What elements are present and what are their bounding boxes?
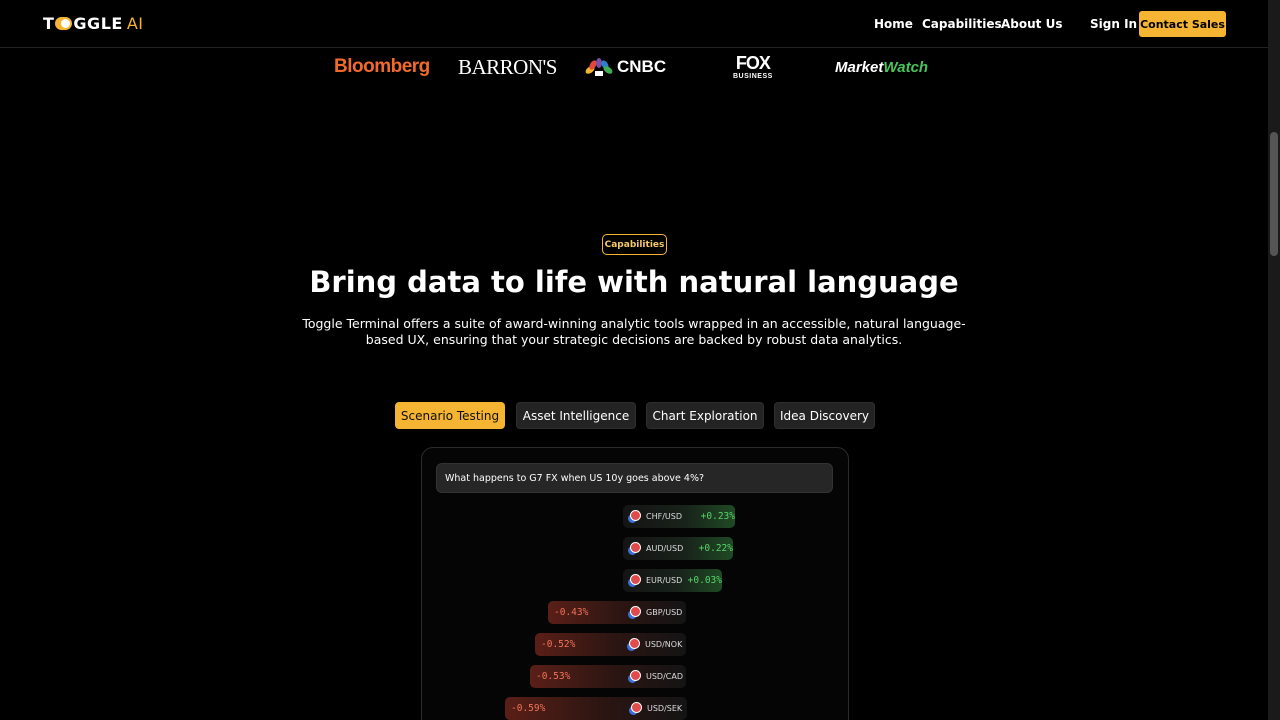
marketwatch-market: Market <box>835 58 884 76</box>
toggle-ai-logo[interactable]: T GGLE AI <box>43 14 143 33</box>
result-pair: USD/NOK <box>645 640 683 649</box>
result-change: -0.43% <box>554 607 589 618</box>
currency-flag-icon <box>628 606 641 619</box>
result-row: EUR/USD +0.03% <box>623 569 722 592</box>
result-pair: AUD/USD <box>646 544 684 553</box>
result-change: +0.22% <box>698 543 733 554</box>
bloomberg-logo: Bloomberg <box>334 56 430 77</box>
nav-link-capabilities[interactable]: Capabilities <box>922 17 1002 31</box>
result-row: -0.59% USD/SEK <box>505 697 687 720</box>
result-change: -0.52% <box>541 639 576 650</box>
currency-flag-icon <box>628 510 641 523</box>
result-pair: CHF/USD <box>646 512 682 521</box>
marketwatch-watch: Watch <box>883 58 929 76</box>
scrollbar-thumb[interactable] <box>1270 132 1278 256</box>
currency-flag-icon <box>628 670 641 683</box>
currency-flag-icon <box>627 638 640 651</box>
capabilities-badge: Capabilities <box>602 234 667 255</box>
result-pair: EUR/USD <box>646 576 683 585</box>
currency-flag-icon <box>628 542 641 555</box>
peacock-icon <box>585 58 613 76</box>
fox-business-logo: FOX BUSINESS <box>733 54 773 80</box>
result-change: +0.23% <box>700 511 735 522</box>
result-row: -0.53% USD/CAD <box>530 665 686 688</box>
page-scrollbar[interactable] <box>1268 0 1280 720</box>
logo-text: GGLE <box>73 14 123 33</box>
logo-ai: AI <box>126 14 144 33</box>
section-headline: Bring data to life with natural language <box>309 265 959 299</box>
nav-link-about-us[interactable]: About Us <box>1001 17 1062 31</box>
tab-idea-discovery[interactable]: Idea Discovery <box>774 402 875 429</box>
result-row: -0.52% USD/NOK <box>535 633 686 656</box>
fox-text: FOX <box>735 53 771 73</box>
result-row: AUD/USD +0.22% <box>623 537 733 560</box>
sign-in-link[interactable]: Sign In <box>1090 17 1137 31</box>
result-change: -0.59% <box>511 703 546 714</box>
tab-scenario-testing[interactable]: Scenario Testing <box>395 402 505 429</box>
section-subtext: Toggle Terminal offers a suite of award-… <box>302 316 966 347</box>
nav-link-home[interactable]: Home <box>874 17 913 31</box>
cnbc-logo: CNBC <box>584 54 666 80</box>
contact-sales-button[interactable]: Contact Sales <box>1139 11 1226 37</box>
query-input[interactable]: What happens to G7 FX when US 10y goes a… <box>436 463 833 493</box>
result-change: -0.53% <box>536 671 571 682</box>
result-change: +0.03% <box>687 575 722 586</box>
tab-asset-intelligence[interactable]: Asset Intelligence <box>516 402 636 429</box>
tab-chart-exploration[interactable]: Chart Exploration <box>646 402 764 429</box>
result-row: CHF/USD +0.23% <box>623 505 735 528</box>
currency-flag-icon <box>629 702 642 715</box>
logo-letter: T <box>43 14 55 33</box>
toggle-switch-icon <box>55 17 73 30</box>
cnbc-text: CNBC <box>617 57 667 76</box>
result-pair: USD/SEK <box>647 704 683 713</box>
business-text: BUSINESS <box>733 73 773 80</box>
barrons-logo: BARRON'S <box>458 54 557 79</box>
result-pair: GBP/USD <box>646 608 683 617</box>
top-nav: T GGLE AI Home Capabilities About Us Sig… <box>0 0 1268 48</box>
result-row: -0.43% GBP/USD <box>548 601 686 624</box>
currency-flag-icon <box>628 574 641 587</box>
marketwatch-logo: Market Watch <box>835 54 928 80</box>
result-pair: USD/CAD <box>646 672 684 681</box>
